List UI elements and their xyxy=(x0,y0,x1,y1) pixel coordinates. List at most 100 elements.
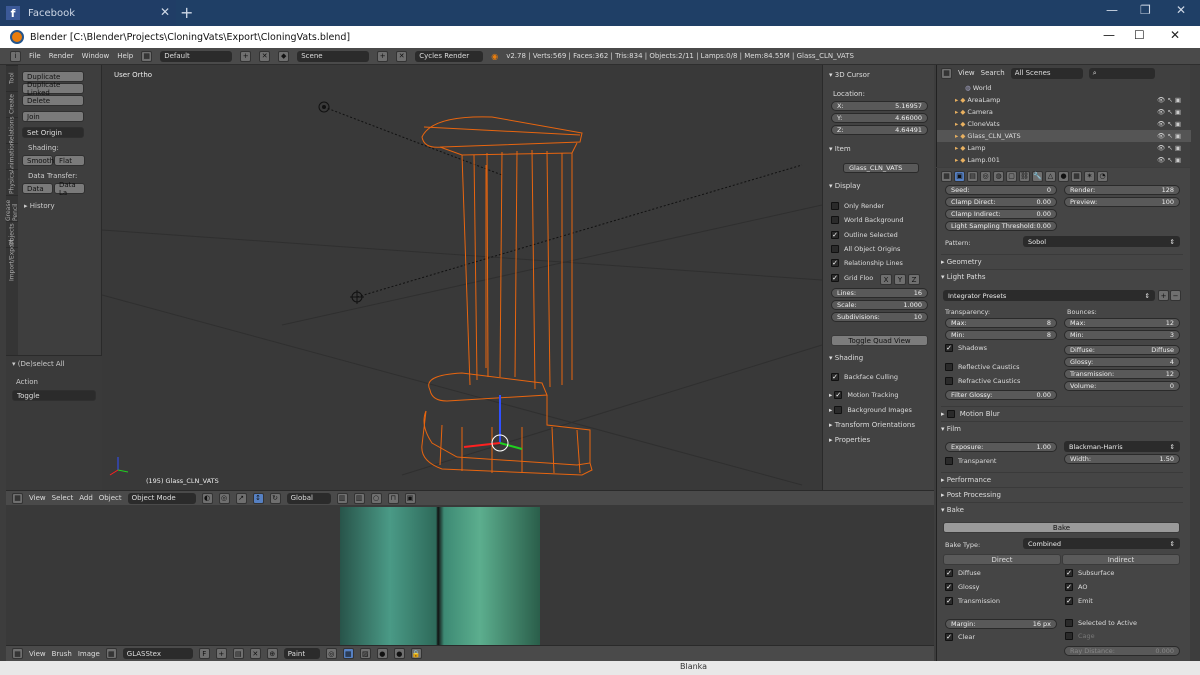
outliner-item-arealamp[interactable]: ▸ ◆ AreaLamp 👁 ↖ ▣ xyxy=(937,94,1191,106)
performance-panel[interactable]: ▸ Performance xyxy=(941,472,1183,486)
pivot-icon[interactable]: ◎ xyxy=(218,492,230,504)
add-preset-icon[interactable]: + xyxy=(1158,290,1169,301)
shading-header[interactable]: ▾ Shading xyxy=(829,354,863,362)
new-image-icon[interactable]: + xyxy=(215,648,227,659)
transparent-checkbox[interactable]: Transparent xyxy=(945,457,996,465)
menu-add[interactable]: Add xyxy=(79,494,93,502)
paint-mode-select[interactable]: Paint xyxy=(283,648,320,659)
world-tab-icon[interactable]: ◍ xyxy=(993,170,1004,182)
modifiers-tab-icon[interactable]: 🔧 xyxy=(1032,170,1043,182)
indirect-toggle[interactable]: Indirect xyxy=(1062,554,1180,565)
clamp-indirect-field[interactable]: Clamp Indirect: 0.00 xyxy=(945,209,1057,219)
menu-view[interactable]: View xyxy=(29,494,46,502)
visibility-icons[interactable]: 👁 ↖ ▣ xyxy=(1157,96,1181,104)
outliner-item-lamp[interactable]: ▸ ◆ Lamp 👁 ↖ ▣ xyxy=(937,142,1191,154)
action-select[interactable]: Toggle xyxy=(12,390,96,401)
exposure-field[interactable]: Exposure: 1.00 xyxy=(945,442,1057,452)
menu-file[interactable]: File xyxy=(29,52,41,60)
only-render-checkbox[interactable]: Only Render xyxy=(831,202,884,210)
film-panel[interactable]: ▾ Film xyxy=(941,421,1183,435)
clear-checkbox[interactable]: ✓ Clear xyxy=(945,633,975,641)
minimize-browser-button[interactable]: — xyxy=(1106,3,1118,17)
all-object-origins-checkbox[interactable]: All Object Origins xyxy=(831,245,900,253)
menu-help[interactable]: Help xyxy=(117,52,133,60)
render-layers-tab-icon[interactable]: ▤ xyxy=(967,170,978,182)
data-button[interactable]: Data xyxy=(22,183,53,194)
scene-field[interactable]: Scene xyxy=(297,50,370,62)
shadows-checkbox[interactable]: ✓ Shadows xyxy=(945,344,987,352)
bake-subsurface-checkbox[interactable]: ✓ Subsurface xyxy=(1065,569,1114,577)
rotate-icon[interactable]: ↻ xyxy=(269,492,281,504)
color-channel-icon[interactable]: ▦ xyxy=(342,648,354,659)
add-scene-icon[interactable]: + xyxy=(377,50,389,62)
item-name-field[interactable]: Glass_CLN_VATS xyxy=(843,163,919,173)
image-name-field[interactable]: GLASStex xyxy=(122,648,193,659)
join-button[interactable]: Join xyxy=(22,111,84,122)
world-background-checkbox[interactable]: World Background xyxy=(831,216,903,224)
menu-search[interactable]: Search xyxy=(981,69,1005,77)
grid-floor-checkbox[interactable]: ✓ Grid Floo xyxy=(831,274,873,282)
menu-select[interactable]: Select xyxy=(52,494,74,502)
outliner-item-lamp-001[interactable]: ▸ ◆ Lamp.001 👁 ↖ ▣ xyxy=(937,154,1191,166)
flat-button[interactable]: Flat xyxy=(54,155,85,166)
menu-view[interactable]: View xyxy=(29,650,46,658)
tab-create[interactable]: Create xyxy=(6,91,18,117)
texture-tab-icon[interactable]: ▦ xyxy=(1071,170,1082,182)
tab-physics[interactable]: Physics xyxy=(6,169,18,195)
delete-button[interactable]: Delete xyxy=(22,95,84,106)
tab-tool[interactable]: Tool xyxy=(6,65,18,91)
remove-scene-icon[interactable]: ✕ xyxy=(396,50,408,62)
red-channel-icon[interactable]: ● xyxy=(393,648,405,659)
render-engine-select[interactable]: Cycles Render xyxy=(415,50,484,62)
particles-tab-icon[interactable]: ✶ xyxy=(1084,170,1095,182)
tab-grease-pencil[interactable]: Grease Pencil xyxy=(5,195,19,221)
constraints-tab-icon[interactable]: ⛓ xyxy=(1019,170,1030,182)
remove-layout-icon[interactable]: ✕ xyxy=(259,50,271,62)
display-header[interactable]: ▾ Display xyxy=(829,182,861,190)
light-threshold-field[interactable]: Light Sampling Threshold: 0.00 xyxy=(945,221,1057,231)
bake-transmission-checkbox[interactable]: ✓ Transmission xyxy=(945,597,1000,605)
pivot-icon[interactable]: ◎ xyxy=(325,648,337,659)
axis-y-toggle[interactable]: Y xyxy=(894,274,906,285)
outliner-item-camera[interactable]: ▸ ◆ Camera 👁 ↖ ▣ xyxy=(937,106,1191,118)
clamp-direct-field[interactable]: Clamp Direct: 0.00 xyxy=(945,197,1057,207)
visibility-icons[interactable]: 👁 ↖ ▣ xyxy=(1157,108,1181,116)
data-tab-icon[interactable]: △ xyxy=(1045,170,1056,182)
set-origin-select[interactable]: Set Origin xyxy=(22,127,84,138)
fake-user-toggle[interactable]: F xyxy=(198,648,210,659)
close-button[interactable]: ✕ xyxy=(1170,28,1180,42)
object-tab-icon[interactable]: ▢ xyxy=(1006,170,1017,182)
cage-checkbox[interactable]: Cage xyxy=(1065,632,1095,640)
3d-cursor-header[interactable]: ▾ 3D Cursor xyxy=(829,71,870,79)
duplicate-linked-button[interactable]: Duplicate Linked xyxy=(22,81,84,97)
grid-scale-field[interactable]: Scale: 1.000 xyxy=(831,300,928,310)
menu-brush[interactable]: Brush xyxy=(52,650,72,658)
smooth-button[interactable]: Smooth xyxy=(22,155,54,166)
background-images-panel[interactable]: ▸ Background Images xyxy=(829,406,912,414)
editor-type-icon[interactable]: ▦ xyxy=(941,67,952,79)
outliner-search-input[interactable]: ⌕ xyxy=(1088,67,1155,79)
tab-import-export[interactable]: Import/Export xyxy=(6,240,18,281)
cursor-z-field[interactable]: Z: 4.64491 xyxy=(831,125,928,135)
toggle-quad-view-button[interactable]: Toggle Quad View xyxy=(831,335,928,346)
menu-view[interactable]: View xyxy=(958,69,975,77)
minimize-button[interactable]: — xyxy=(1103,28,1115,42)
data-layers-button[interactable]: Data La xyxy=(54,181,85,197)
direct-toggle[interactable]: Direct xyxy=(943,554,1061,565)
transmission-bounces-field[interactable]: Transmission: 12 xyxy=(1064,369,1180,379)
history-panel[interactable]: ▸ History xyxy=(24,202,55,210)
editor-type-icon[interactable]: i xyxy=(10,50,21,62)
layers-icon[interactable]: ▥ xyxy=(353,492,365,504)
bake-glossy-checkbox[interactable]: ✓ Glossy xyxy=(945,583,979,591)
cursor-x-field[interactable]: X: 5.16957 xyxy=(831,101,928,111)
editor-type-icon[interactable]: ▦ xyxy=(12,648,23,659)
object-mode-select[interactable]: Object Mode xyxy=(127,492,196,504)
image-editor[interactable] xyxy=(6,505,934,645)
menu-image[interactable]: Image xyxy=(78,650,100,658)
pin-icon[interactable]: ⊕ xyxy=(266,648,278,659)
seed-field[interactable]: Seed: 0 xyxy=(945,185,1057,195)
relationship-lines-checkbox[interactable]: ✓ Relationship Lines xyxy=(831,259,903,267)
editor-type-icon[interactable]: ▦ xyxy=(941,170,952,182)
render-tab-icon[interactable]: ▣ xyxy=(954,170,965,182)
bake-diffuse-checkbox[interactable]: ✓ Diffuse xyxy=(945,569,981,577)
